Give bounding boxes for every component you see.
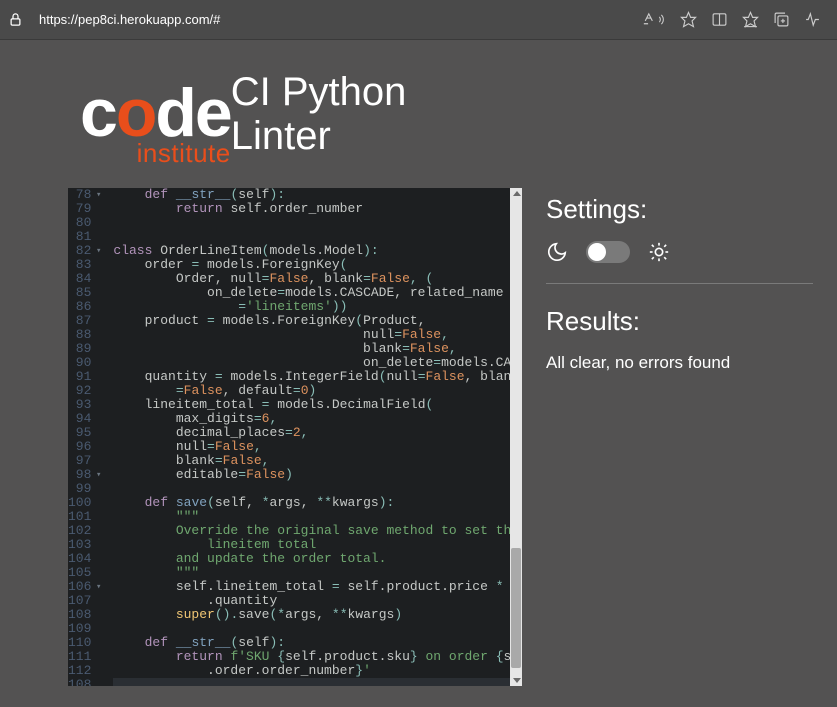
theme-settings-row (546, 241, 813, 284)
lock-icon (8, 12, 23, 27)
scrollbar-thumb[interactable] (511, 548, 521, 668)
app-header: code institute CI Python Linter (0, 40, 837, 168)
moon-icon (546, 241, 568, 263)
logo-institute: institute (137, 138, 231, 169)
main-content: 78▾79808182▾8384858687888990919293949596… (0, 168, 837, 686)
app-title: CI Python Linter (231, 70, 407, 158)
editor-code-area[interactable]: def __str__(self): return self.order_num… (97, 188, 522, 686)
results-heading: Results: (546, 306, 813, 337)
url-input[interactable]: https://pep8ci.herokuapp.com/# (31, 8, 633, 31)
code-editor[interactable]: 78▾79808182▾8384858687888990919293949596… (68, 188, 522, 686)
logo: code institute (80, 83, 231, 144)
performance-icon[interactable] (804, 11, 821, 28)
editor-gutter: 78▾79808182▾8384858687888990919293949596… (68, 188, 97, 686)
settings-heading: Settings: (546, 194, 813, 225)
toggle-knob (588, 243, 606, 261)
favorite-star-icon[interactable] (680, 11, 697, 28)
favorites-list-icon[interactable] (742, 11, 759, 28)
browser-address-bar: https://pep8ci.herokuapp.com/# (0, 0, 837, 40)
logo-code: code (80, 83, 231, 144)
results-message: All clear, no errors found (546, 353, 813, 373)
read-aloud-icon[interactable] (641, 11, 666, 28)
browser-actions (641, 11, 829, 28)
split-screen-icon[interactable] (711, 11, 728, 28)
theme-toggle[interactable] (586, 241, 630, 263)
side-panel: Settings: Results: All clear, no errors … (546, 188, 813, 686)
editor-scrollbar[interactable] (510, 188, 522, 686)
sun-icon (648, 241, 670, 263)
collections-icon[interactable] (773, 11, 790, 28)
